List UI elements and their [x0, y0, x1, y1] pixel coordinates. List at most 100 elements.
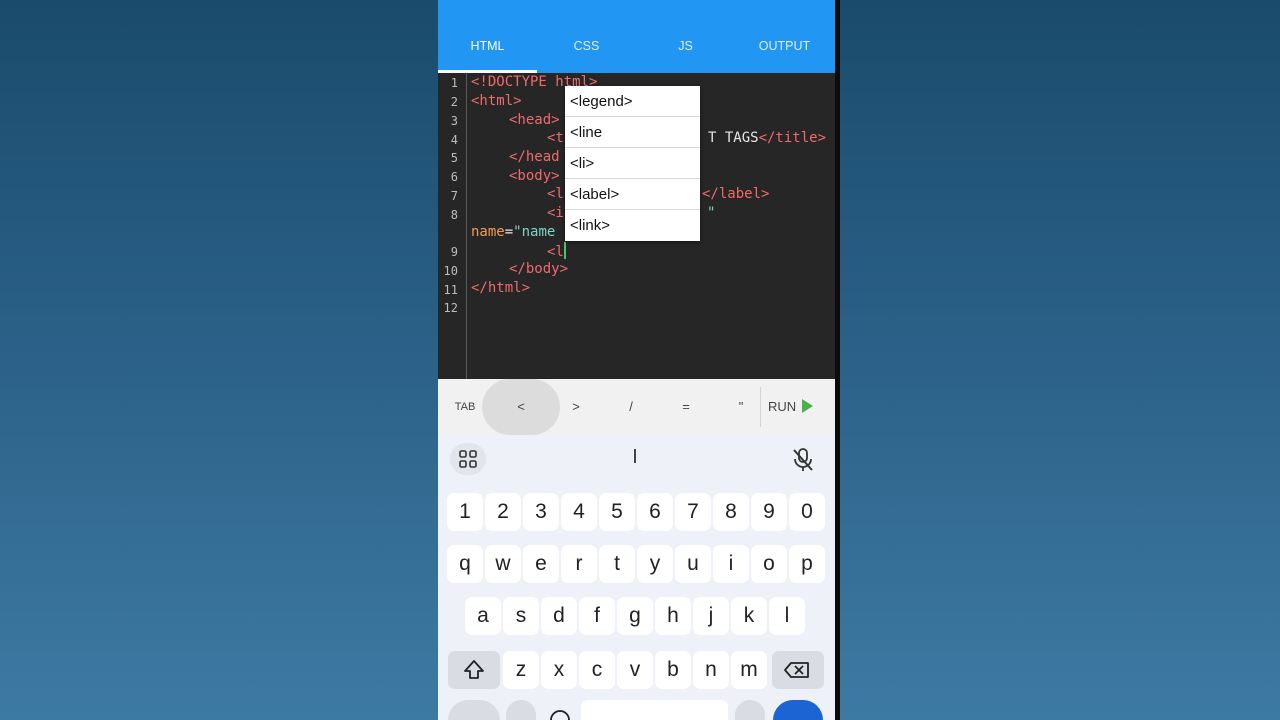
key-0[interactable]: 0	[789, 493, 825, 531]
key-7[interactable]: 7	[675, 493, 711, 531]
code-token: name	[471, 224, 505, 240]
key-4[interactable]: 4	[561, 493, 597, 531]
code-token: </body>	[509, 261, 569, 277]
text-cursor	[563, 242, 566, 259]
code-token: <t	[547, 130, 564, 146]
line-number: 12	[443, 301, 458, 315]
code-token: <l	[547, 244, 564, 260]
code-token: "name	[513, 224, 556, 240]
key-y[interactable]: y	[637, 545, 673, 583]
code-line: name="name	[471, 224, 555, 240]
symbols-key[interactable]	[448, 700, 500, 720]
space-key[interactable]	[581, 700, 728, 720]
key-x[interactable]: x	[541, 651, 577, 689]
key-w[interactable]: w	[485, 545, 521, 583]
line-number: 10	[443, 264, 458, 278]
soft-keyboard: l 1 2 3 4 5 6 7 8 9 0 q w e r t y u i o …	[438, 435, 835, 720]
code-line: </html>	[471, 280, 530, 296]
key-2[interactable]: 2	[485, 493, 521, 531]
tab-key[interactable]: TAB	[448, 379, 482, 435]
code-token: =	[504, 224, 514, 240]
backspace-key[interactable]	[772, 651, 824, 689]
key-k[interactable]: k	[731, 597, 767, 635]
shift-key[interactable]	[448, 651, 500, 689]
tab-css[interactable]: CSS	[537, 39, 636, 53]
tab-bar: HTML CSS JS OUTPUT	[438, 0, 835, 73]
tab-output[interactable]: OUTPUT	[735, 39, 834, 53]
code-line: </body>	[509, 261, 568, 277]
enter-key[interactable]	[773, 700, 823, 720]
emoji-icon	[550, 710, 570, 720]
shift-icon	[464, 660, 484, 679]
code-line: <i	[547, 205, 564, 221]
line-number: 11	[443, 283, 458, 297]
key-a[interactable]: a	[465, 597, 501, 635]
key-8[interactable]: 8	[713, 493, 749, 531]
key-t[interactable]: t	[599, 545, 635, 583]
key-d[interactable]: d	[541, 597, 577, 635]
line-number: 8	[450, 208, 458, 222]
autocomplete-item[interactable]: <li>	[565, 148, 700, 179]
code-token: <head>	[509, 112, 560, 128]
key-n[interactable]: n	[693, 651, 729, 689]
key-3[interactable]: 3	[523, 493, 559, 531]
code-line: <body>	[509, 168, 560, 184]
code-line: </label>	[702, 186, 769, 202]
code-line: <html>	[471, 93, 522, 109]
code-token: <body>	[509, 168, 560, 184]
slash-key[interactable]: /	[608, 379, 654, 435]
key-i[interactable]: i	[713, 545, 749, 583]
code-token: <l	[547, 186, 564, 202]
key-1[interactable]: 1	[447, 493, 483, 531]
key-l[interactable]: l	[769, 597, 805, 635]
key-h[interactable]: h	[655, 597, 691, 635]
code-line: T TAGS</title>	[708, 130, 826, 146]
phone-screen: HTML CSS JS OUTPUT 1 2 3 4 5 6 7 8 9 10 …	[438, 0, 835, 720]
key-g[interactable]: g	[617, 597, 653, 635]
autocomplete-item[interactable]: <legend>	[565, 86, 700, 117]
key-5[interactable]: 5	[599, 493, 635, 531]
autocomplete-item[interactable]: <label>	[565, 179, 700, 210]
autocomplete-item[interactable]: <line	[565, 117, 700, 148]
key-q[interactable]: q	[447, 545, 483, 583]
code-line: "	[707, 205, 715, 221]
comma-key[interactable]	[506, 700, 536, 720]
key-p[interactable]: p	[789, 545, 825, 583]
key-9[interactable]: 9	[751, 493, 787, 531]
code-token: </title>	[758, 130, 827, 146]
code-line: <l	[547, 186, 564, 202]
keyboard-suggestion[interactable]: l	[608, 447, 662, 469]
apps-grid-icon[interactable]	[450, 443, 486, 475]
tab-js[interactable]: JS	[636, 39, 735, 53]
code-token: <i	[547, 205, 564, 221]
autocomplete-item[interactable]: <link>	[565, 210, 700, 241]
line-number: 3	[450, 114, 458, 128]
quote-key[interactable]: "	[718, 379, 764, 435]
key-c[interactable]: c	[579, 651, 615, 689]
emoji-key[interactable]	[542, 700, 578, 720]
tab-html[interactable]: HTML	[438, 39, 537, 53]
key-s[interactable]: s	[503, 597, 539, 635]
key-f[interactable]: f	[579, 597, 615, 635]
key-e[interactable]: e	[523, 545, 559, 583]
line-number: 6	[450, 170, 458, 184]
key-m[interactable]: m	[731, 651, 767, 689]
code-token: </head	[509, 149, 560, 165]
key-o[interactable]: o	[751, 545, 787, 583]
key-b[interactable]: b	[655, 651, 691, 689]
equals-key[interactable]: =	[663, 379, 709, 435]
line-number: 1	[450, 76, 458, 90]
key-r[interactable]: r	[561, 545, 597, 583]
gt-key[interactable]: >	[553, 379, 599, 435]
lt-key[interactable]: <	[498, 379, 544, 435]
key-6[interactable]: 6	[637, 493, 673, 531]
play-icon	[802, 399, 814, 413]
backspace-icon	[784, 662, 809, 678]
run-button[interactable]: RUN	[768, 379, 814, 435]
key-z[interactable]: z	[503, 651, 539, 689]
key-j[interactable]: j	[693, 597, 729, 635]
mic-off-icon[interactable]	[788, 445, 818, 475]
key-v[interactable]: v	[617, 651, 653, 689]
period-key[interactable]	[735, 700, 765, 720]
key-u[interactable]: u	[675, 545, 711, 583]
